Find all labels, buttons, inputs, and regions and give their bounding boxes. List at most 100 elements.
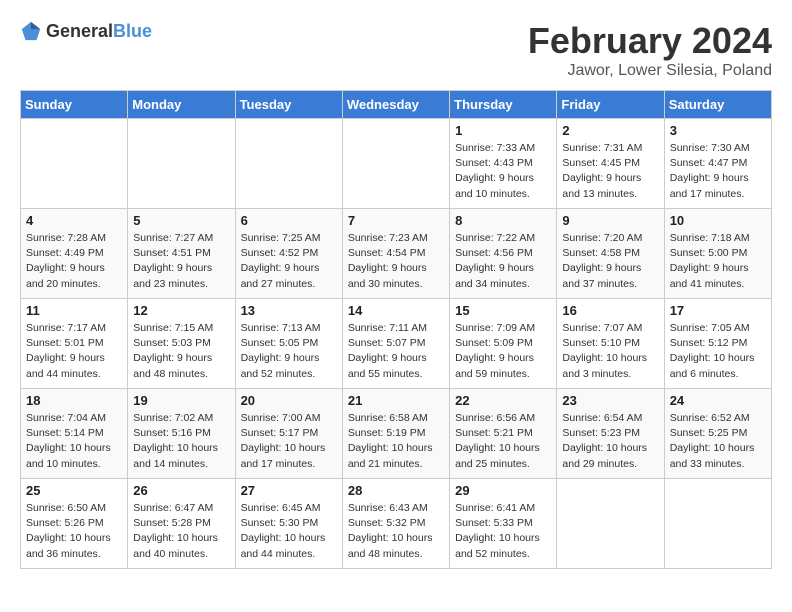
calendar-cell: 7 Sunrise: 7:23 AM Sunset: 4:54 PM Daylig… xyxy=(342,209,449,299)
weekday-header-tuesday: Tuesday xyxy=(235,91,342,119)
calendar-cell xyxy=(342,119,449,209)
calendar-cell: 26 Sunrise: 6:47 AM Sunset: 5:28 PM Dayli… xyxy=(128,479,235,569)
weekday-header-saturday: Saturday xyxy=(664,91,771,119)
month-title: February 2024 xyxy=(528,20,772,62)
weekday-header-wednesday: Wednesday xyxy=(342,91,449,119)
calendar-cell: 2 Sunrise: 7:31 AM Sunset: 4:45 PM Daylig… xyxy=(557,119,664,209)
day-detail: Sunrise: 7:09 AM Sunset: 5:09 PM Dayligh… xyxy=(455,321,551,382)
day-detail: Sunrise: 7:27 AM Sunset: 4:51 PM Dayligh… xyxy=(133,231,229,292)
day-number: 7 xyxy=(348,213,444,228)
calendar-cell: 17 Sunrise: 7:05 AM Sunset: 5:12 PM Dayli… xyxy=(664,299,771,389)
day-detail: Sunrise: 6:45 AM Sunset: 5:30 PM Dayligh… xyxy=(241,501,337,562)
day-detail: Sunrise: 7:15 AM Sunset: 5:03 PM Dayligh… xyxy=(133,321,229,382)
calendar-cell xyxy=(128,119,235,209)
calendar-cell: 27 Sunrise: 6:45 AM Sunset: 5:30 PM Dayli… xyxy=(235,479,342,569)
day-detail: Sunrise: 7:23 AM Sunset: 4:54 PM Dayligh… xyxy=(348,231,444,292)
calendar-cell: 6 Sunrise: 7:25 AM Sunset: 4:52 PM Daylig… xyxy=(235,209,342,299)
day-detail: Sunrise: 7:11 AM Sunset: 5:07 PM Dayligh… xyxy=(348,321,444,382)
calendar-cell xyxy=(21,119,128,209)
day-detail: Sunrise: 7:05 AM Sunset: 5:12 PM Dayligh… xyxy=(670,321,766,382)
day-number: 18 xyxy=(26,393,122,408)
day-number: 27 xyxy=(241,483,337,498)
calendar-cell: 12 Sunrise: 7:15 AM Sunset: 5:03 PM Dayli… xyxy=(128,299,235,389)
calendar-cell: 16Sunrise: 7:07 AM Sunset: 5:10 PM Dayli… xyxy=(557,299,664,389)
day-number: 19 xyxy=(133,393,229,408)
day-number: 25 xyxy=(26,483,122,498)
day-number: 14 xyxy=(348,303,444,318)
calendar-cell: 29 Sunrise: 6:41 AM Sunset: 5:33 PM Dayli… xyxy=(450,479,557,569)
day-number: 10 xyxy=(670,213,766,228)
day-number: 15 xyxy=(455,303,551,318)
calendar-week-5: 25Sunrise: 6:50 AM Sunset: 5:26 PM Dayli… xyxy=(21,479,772,569)
calendar-cell: 28 Sunrise: 6:43 AM Sunset: 5:32 PM Dayli… xyxy=(342,479,449,569)
page-header: GeneralBlue February 2024 Jawor, Lower S… xyxy=(20,20,772,80)
day-detail: Sunrise: 7:13 AM Sunset: 5:05 PM Dayligh… xyxy=(241,321,337,382)
calendar-week-3: 11Sunrise: 7:17 AM Sunset: 5:01 PM Dayli… xyxy=(21,299,772,389)
day-number: 8 xyxy=(455,213,551,228)
day-detail: Sunrise: 7:31 AM Sunset: 4:45 PM Dayligh… xyxy=(562,141,658,202)
calendar-cell: 23 Sunrise: 6:54 AM Sunset: 5:23 PM Dayli… xyxy=(557,389,664,479)
calendar-cell: 10 Sunrise: 7:18 AM Sunset: 5:00 PM Dayli… xyxy=(664,209,771,299)
day-detail: Sunrise: 7:33 AM Sunset: 4:43 PM Dayligh… xyxy=(455,141,551,202)
calendar-cell: 20 Sunrise: 7:00 AM Sunset: 5:17 PM Dayli… xyxy=(235,389,342,479)
weekday-header-friday: Friday xyxy=(557,91,664,119)
calendar-cell xyxy=(557,479,664,569)
weekday-header-thursday: Thursday xyxy=(450,91,557,119)
calendar-cell: 14 Sunrise: 7:11 AM Sunset: 5:07 PM Dayli… xyxy=(342,299,449,389)
calendar-cell: 19 Sunrise: 7:02 AM Sunset: 5:16 PM Dayli… xyxy=(128,389,235,479)
calendar-week-1: 1 Sunrise: 7:33 AM Sunset: 4:43 PM Daylig… xyxy=(21,119,772,209)
day-number: 6 xyxy=(241,213,337,228)
day-number: 2 xyxy=(562,123,658,138)
day-number: 3 xyxy=(670,123,766,138)
calendar-week-4: 18Sunrise: 7:04 AM Sunset: 5:14 PM Dayli… xyxy=(21,389,772,479)
calendar-cell: 15 Sunrise: 7:09 AM Sunset: 5:09 PM Dayli… xyxy=(450,299,557,389)
day-detail: Sunrise: 7:20 AM Sunset: 4:58 PM Dayligh… xyxy=(562,231,658,292)
day-number: 12 xyxy=(133,303,229,318)
calendar-cell: 8 Sunrise: 7:22 AM Sunset: 4:56 PM Daylig… xyxy=(450,209,557,299)
calendar-table: SundayMondayTuesdayWednesdayThursdayFrid… xyxy=(20,90,772,569)
day-detail: Sunrise: 6:41 AM Sunset: 5:33 PM Dayligh… xyxy=(455,501,551,562)
calendar-cell: 25Sunrise: 6:50 AM Sunset: 5:26 PM Dayli… xyxy=(21,479,128,569)
calendar-cell: 13 Sunrise: 7:13 AM Sunset: 5:05 PM Dayli… xyxy=(235,299,342,389)
calendar-cell xyxy=(664,479,771,569)
day-number: 1 xyxy=(455,123,551,138)
day-detail: Sunrise: 6:56 AM Sunset: 5:21 PM Dayligh… xyxy=(455,411,551,472)
day-number: 11 xyxy=(26,303,122,318)
weekday-header-row: SundayMondayTuesdayWednesdayThursdayFrid… xyxy=(21,91,772,119)
day-detail: Sunrise: 7:02 AM Sunset: 5:16 PM Dayligh… xyxy=(133,411,229,472)
day-number: 4 xyxy=(26,213,122,228)
day-number: 9 xyxy=(562,213,658,228)
day-number: 21 xyxy=(348,393,444,408)
calendar-cell: 11Sunrise: 7:17 AM Sunset: 5:01 PM Dayli… xyxy=(21,299,128,389)
calendar-cell: 1 Sunrise: 7:33 AM Sunset: 4:43 PM Daylig… xyxy=(450,119,557,209)
day-number: 22 xyxy=(455,393,551,408)
weekday-header-monday: Monday xyxy=(128,91,235,119)
logo-icon xyxy=(20,20,42,42)
calendar-week-2: 4Sunrise: 7:28 AM Sunset: 4:49 PM Daylig… xyxy=(21,209,772,299)
day-number: 23 xyxy=(562,393,658,408)
logo-text: GeneralBlue xyxy=(46,21,152,42)
day-detail: Sunrise: 7:22 AM Sunset: 4:56 PM Dayligh… xyxy=(455,231,551,292)
day-detail: Sunrise: 7:00 AM Sunset: 5:17 PM Dayligh… xyxy=(241,411,337,472)
day-number: 17 xyxy=(670,303,766,318)
logo: GeneralBlue xyxy=(20,20,152,42)
calendar-cell: 4Sunrise: 7:28 AM Sunset: 4:49 PM Daylig… xyxy=(21,209,128,299)
calendar-cell: 24 Sunrise: 6:52 AM Sunset: 5:25 PM Dayli… xyxy=(664,389,771,479)
day-number: 13 xyxy=(241,303,337,318)
day-number: 20 xyxy=(241,393,337,408)
day-detail: Sunrise: 7:07 AM Sunset: 5:10 PM Dayligh… xyxy=(562,321,658,382)
day-detail: Sunrise: 6:54 AM Sunset: 5:23 PM Dayligh… xyxy=(562,411,658,472)
day-detail: Sunrise: 7:25 AM Sunset: 4:52 PM Dayligh… xyxy=(241,231,337,292)
weekday-header-sunday: Sunday xyxy=(21,91,128,119)
day-detail: Sunrise: 6:47 AM Sunset: 5:28 PM Dayligh… xyxy=(133,501,229,562)
calendar-cell: 18Sunrise: 7:04 AM Sunset: 5:14 PM Dayli… xyxy=(21,389,128,479)
day-detail: Sunrise: 7:18 AM Sunset: 5:00 PM Dayligh… xyxy=(670,231,766,292)
day-detail: Sunrise: 6:43 AM Sunset: 5:32 PM Dayligh… xyxy=(348,501,444,562)
day-detail: Sunrise: 6:52 AM Sunset: 5:25 PM Dayligh… xyxy=(670,411,766,472)
calendar-cell: 5Sunrise: 7:27 AM Sunset: 4:51 PM Daylig… xyxy=(128,209,235,299)
day-number: 28 xyxy=(348,483,444,498)
day-number: 29 xyxy=(455,483,551,498)
day-number: 26 xyxy=(133,483,229,498)
day-number: 24 xyxy=(670,393,766,408)
day-detail: Sunrise: 6:58 AM Sunset: 5:19 PM Dayligh… xyxy=(348,411,444,472)
